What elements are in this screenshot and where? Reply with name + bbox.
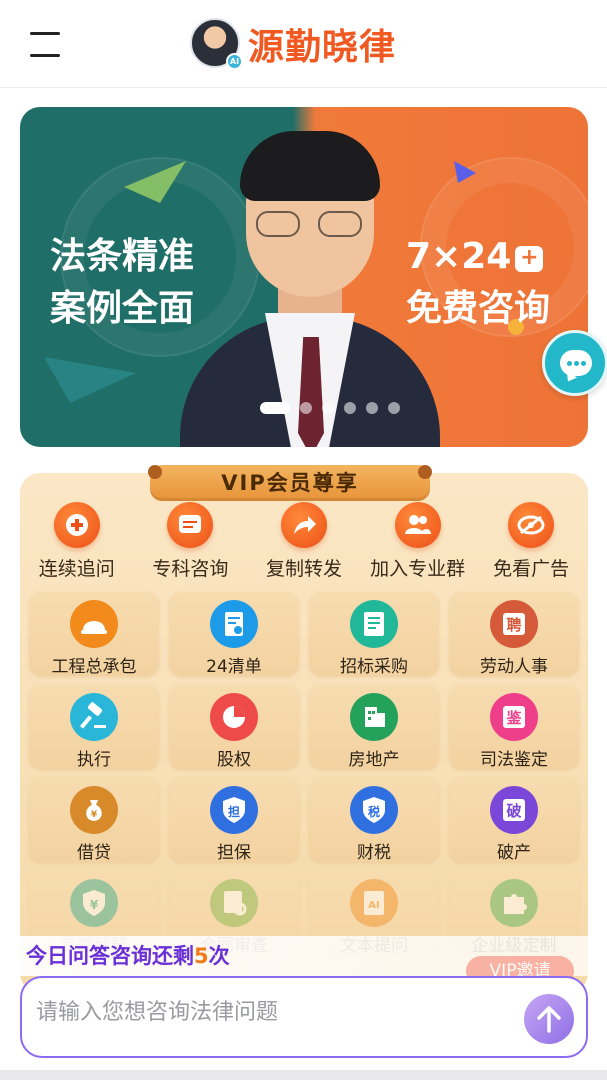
promo-banner[interactable]: 法条精准 案例全面 7×24 + 免费咨询 <box>20 107 588 447</box>
banner-left-text: 法条精准 案例全面 <box>50 236 195 329</box>
quota-count: 5 <box>194 944 209 968</box>
arrow-up-icon <box>537 1006 561 1033</box>
building-icon <box>350 693 398 741</box>
group-icon <box>394 502 441 548</box>
perk-continuous-ask[interactable]: 连续追问 <box>20 500 134 586</box>
category-loan[interactable]: ¥ 借贷 <box>29 778 159 863</box>
carousel-dot[interactable] <box>344 402 356 414</box>
category-label: 司法鉴定 <box>480 750 548 770</box>
category-label: 工程总承包 <box>51 657 137 677</box>
category-labor[interactable]: 聘 劳动人事 <box>449 592 579 677</box>
question-input-box <box>20 976 588 1058</box>
document-icon <box>210 600 258 648</box>
category-label: 财税 <box>357 843 391 863</box>
svg-text:鉴: 鉴 <box>505 709 522 727</box>
gavel-icon <box>70 693 118 741</box>
category-label: 执行 <box>77 750 111 770</box>
perk-label: 复制转发 <box>265 558 342 580</box>
category-engineering[interactable]: 工程总承包 <box>29 592 159 677</box>
appraisal-icon: 鉴 <box>490 693 538 741</box>
ai-badge: AI <box>226 53 243 70</box>
send-button[interactable] <box>524 994 574 1044</box>
paper-plane-icon <box>44 357 136 403</box>
vip-title: VIP会员尊享 <box>148 465 432 501</box>
tax-icon: 税 <box>350 786 398 834</box>
vip-perks: 连续追问 专科咨询 复制转发 加入专业群 免看广告 <box>20 500 588 586</box>
category-label: 劳动人事 <box>480 657 548 677</box>
carousel-dot[interactable] <box>366 402 378 414</box>
plus-icon <box>53 502 100 548</box>
perk-label: 免看广告 <box>493 558 570 580</box>
svg-text:聘: 聘 <box>506 616 521 634</box>
app-header: AI 源勤晓律 <box>0 0 607 88</box>
carousel-indicator[interactable] <box>260 401 400 415</box>
category-execution[interactable]: 执行 <box>29 685 159 770</box>
category-24-list[interactable]: 24清单 <box>169 592 299 677</box>
share-icon <box>280 502 327 548</box>
floating-chat-button[interactable] <box>542 330 607 396</box>
perk-label: 专科咨询 <box>152 558 229 580</box>
category-label: 担保 <box>217 843 251 863</box>
svg-text:¥: ¥ <box>90 898 99 912</box>
question-input[interactable] <box>36 992 516 1032</box>
category-label: 24清单 <box>206 657 262 677</box>
bankruptcy-icon: 破 <box>490 786 538 834</box>
perk-label: 加入专业群 <box>370 558 466 580</box>
banner-right-text: 7×24 + 免费咨询 <box>406 236 551 329</box>
category-label: 股权 <box>217 750 251 770</box>
svg-text:担: 担 <box>228 804 240 819</box>
category-tax[interactable]: 税 财税 <box>309 778 439 863</box>
chat-bubble-icon <box>560 350 592 376</box>
category-grid: 工程总承包 24清单 招标采购 聘 劳动人事 执行 股权 房地产 鉴 司法鉴定 … <box>20 584 588 994</box>
system-nav-bar <box>0 1070 607 1080</box>
category-label: 房地产 <box>348 750 400 770</box>
eye-off-icon <box>508 502 555 548</box>
category-label: 招标采购 <box>340 657 408 677</box>
category-bankruptcy[interactable]: 破 破产 <box>449 778 579 863</box>
perk-no-ads[interactable]: 免看广告 <box>474 500 588 586</box>
shield-yen-icon: ¥ <box>70 879 118 927</box>
pie-chart-icon <box>210 693 258 741</box>
guarantee-icon: 担 <box>210 786 258 834</box>
category-appraisal[interactable]: 鉴 司法鉴定 <box>449 685 579 770</box>
puzzle-icon <box>490 879 538 927</box>
triangle-icon <box>454 161 476 183</box>
menu-icon[interactable] <box>30 30 64 57</box>
category-label: 破产 <box>497 843 531 863</box>
chat-plus-icon: + <box>515 246 544 272</box>
category-guarantee[interactable]: 担 担保 <box>169 778 299 863</box>
svg-text:税: 税 <box>368 804 380 819</box>
carousel-dot[interactable] <box>388 402 400 414</box>
svg-text:破: 破 <box>506 802 521 820</box>
carousel-dot[interactable] <box>260 402 290 414</box>
ai-doc-icon: AI <box>350 879 398 927</box>
category-equity[interactable]: 股权 <box>169 685 299 770</box>
perk-share[interactable]: 复制转发 <box>247 500 361 586</box>
svg-text:¥: ¥ <box>91 810 98 820</box>
perk-specialist[interactable]: 专科咨询 <box>134 500 248 586</box>
svg-text:AI: AI <box>368 900 379 911</box>
helmet-icon <box>70 600 118 648</box>
carousel-dot[interactable] <box>300 402 312 414</box>
money-bag-icon: ¥ <box>70 786 118 834</box>
hire-icon: 聘 <box>490 600 538 648</box>
form-icon <box>350 600 398 648</box>
chat-icon <box>167 502 214 548</box>
carousel-dot[interactable] <box>322 402 334 414</box>
category-real-estate[interactable]: 房地产 <box>309 685 439 770</box>
perk-join-group[interactable]: 加入专业群 <box>361 500 475 586</box>
category-bidding[interactable]: 招标采购 <box>309 592 439 677</box>
contract-search-icon <box>210 879 258 927</box>
brand-title: 源勤晓律 <box>248 27 397 68</box>
category-label: 借贷 <box>77 843 111 863</box>
perk-label: 连续追问 <box>38 558 115 580</box>
